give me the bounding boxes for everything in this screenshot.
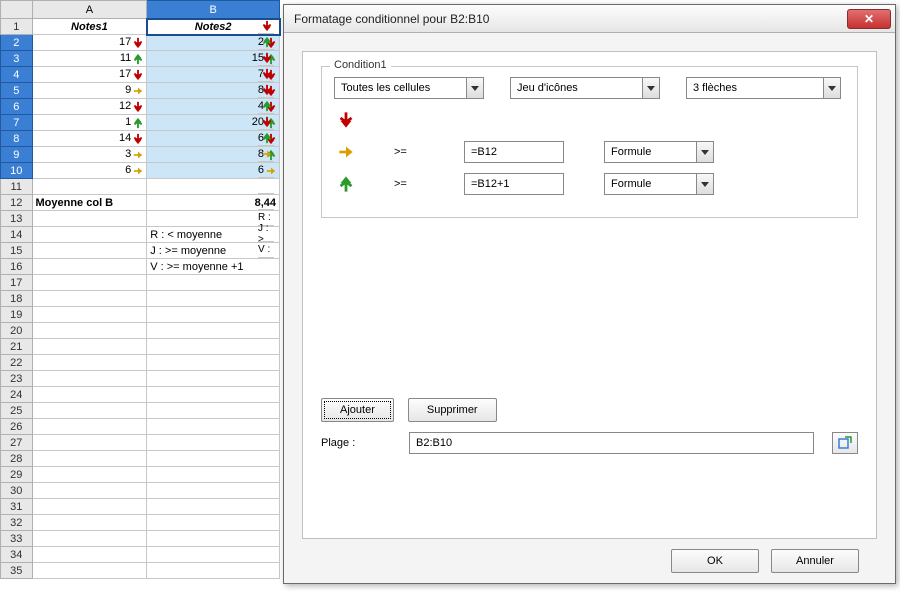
- threshold-input-2[interactable]: [464, 173, 564, 195]
- shrink-button[interactable]: [832, 432, 858, 454]
- combo-scope[interactable]: Toutes les cellules: [334, 77, 484, 99]
- row-header[interactable]: 10: [1, 163, 33, 179]
- row-header[interactable]: 34: [1, 547, 33, 563]
- cell-a1[interactable]: Notes1: [32, 19, 147, 35]
- add-button[interactable]: Ajouter: [321, 398, 394, 422]
- row-header[interactable]: 21: [1, 339, 33, 355]
- conditional-format-dialog: Formatage conditionnel pour B2:B10 ✕ Con…: [283, 4, 896, 584]
- arrow-down-icon: [133, 133, 143, 145]
- chevron-down-icon[interactable]: [696, 142, 713, 162]
- close-button[interactable]: ✕: [847, 9, 891, 29]
- cell[interactable]: 12: [32, 99, 147, 115]
- row-header[interactable]: 6: [1, 99, 33, 115]
- row-header[interactable]: 22: [1, 355, 33, 371]
- arrow-down-icon: [262, 68, 272, 80]
- arrow-down-icon: [133, 37, 143, 49]
- row-header[interactable]: 29: [1, 467, 33, 483]
- condition-group: Condition1 Toutes les cellules Jeu d'icô…: [321, 66, 858, 218]
- row-header[interactable]: 7: [1, 115, 33, 131]
- arrow-up-icon: [262, 100, 272, 112]
- cell[interactable]: 17: [32, 67, 147, 83]
- row-header[interactable]: 30: [1, 483, 33, 499]
- chevron-down-icon[interactable]: [823, 78, 840, 98]
- row-header[interactable]: 19: [1, 307, 33, 323]
- arrow-down-icon: [262, 52, 272, 64]
- arrow-up-icon: [338, 175, 354, 193]
- operator-label: >=: [394, 146, 424, 158]
- row-header[interactable]: 2: [1, 35, 33, 51]
- ok-button[interactable]: OK: [671, 549, 759, 573]
- arrow-down-icon: [338, 111, 354, 129]
- combo-type-1[interactable]: Formule: [604, 141, 714, 163]
- row-header[interactable]: 26: [1, 419, 33, 435]
- arrow-right-icon: [133, 85, 143, 97]
- row-header[interactable]: 28: [1, 451, 33, 467]
- range-picker-icon: [838, 436, 852, 450]
- condition-legend: Condition1: [330, 59, 391, 71]
- col-header-a[interactable]: A: [32, 1, 147, 19]
- arrow-down-icon: [262, 20, 272, 32]
- operator-label: >=: [394, 178, 424, 190]
- chevron-down-icon[interactable]: [696, 174, 713, 194]
- row-header[interactable]: 31: [1, 499, 33, 515]
- cell[interactable]: 17: [32, 35, 147, 51]
- arrow-right-icon: [133, 165, 143, 177]
- arrow-down-icon: [262, 84, 272, 96]
- cell[interactable]: 3: [32, 147, 147, 163]
- row-header[interactable]: 27: [1, 435, 33, 451]
- row-header[interactable]: 1: [1, 19, 33, 35]
- row-header[interactable]: 18: [1, 291, 33, 307]
- row-header[interactable]: 25: [1, 403, 33, 419]
- arrow-right-icon: [338, 143, 354, 161]
- row-header[interactable]: 3: [1, 51, 33, 67]
- chevron-down-icon[interactable]: [642, 78, 659, 98]
- cancel-button[interactable]: Annuler: [771, 549, 859, 573]
- cell[interactable]: 9: [32, 83, 147, 99]
- row-header[interactable]: 5: [1, 83, 33, 99]
- row-header[interactable]: 11: [1, 179, 33, 195]
- row-header[interactable]: 8: [1, 131, 33, 147]
- cell-legend-v[interactable]: V : >= moyenne +1: [147, 259, 280, 275]
- combo-type-2[interactable]: Formule: [604, 173, 714, 195]
- arrow-up-icon: [133, 117, 143, 129]
- delete-button[interactable]: Supprimer: [408, 398, 497, 422]
- arrow-down-icon: [133, 69, 143, 81]
- arrow-down-icon: [262, 116, 272, 128]
- arrow-up-icon: [262, 132, 272, 144]
- arrow-right-icon: [133, 149, 143, 161]
- dialog-titlebar[interactable]: Formatage conditionnel pour B2:B10 ✕: [284, 5, 895, 33]
- combo-style[interactable]: Jeu d'icônes: [510, 77, 660, 99]
- extra-icon-column: R :J : >V :: [258, 18, 274, 258]
- row-header[interactable]: 35: [1, 563, 33, 579]
- cell[interactable]: 11: [32, 51, 147, 67]
- row-header[interactable]: 32: [1, 515, 33, 531]
- col-header-b[interactable]: B: [147, 1, 280, 19]
- cell[interactable]: 6: [32, 163, 147, 179]
- cell[interactable]: 1: [32, 115, 147, 131]
- row-header[interactable]: 23: [1, 371, 33, 387]
- arrow-up-icon: [262, 36, 272, 48]
- range-label: Plage :: [321, 437, 391, 449]
- row-header[interactable]: 9: [1, 147, 33, 163]
- row-header[interactable]: 17: [1, 275, 33, 291]
- arrow-up-icon: [133, 53, 143, 65]
- range-input[interactable]: [409, 432, 814, 454]
- row-header[interactable]: 33: [1, 531, 33, 547]
- row-header[interactable]: 20: [1, 323, 33, 339]
- corner-cell[interactable]: [1, 1, 33, 19]
- row-header[interactable]: 12: [1, 195, 33, 211]
- spreadsheet[interactable]: A B 1 Notes1 Notes2 2 17 23 11 154 17 75…: [0, 0, 280, 579]
- cell-avg-label[interactable]: Moyenne col B: [32, 195, 147, 211]
- row-header[interactable]: 24: [1, 387, 33, 403]
- combo-iconset[interactable]: 3 flèches: [686, 77, 841, 99]
- cell[interactable]: 14: [32, 131, 147, 147]
- chevron-down-icon[interactable]: [466, 78, 483, 98]
- arrow-right-icon: [262, 148, 272, 160]
- threshold-input-1[interactable]: [464, 141, 564, 163]
- row-header[interactable]: 4: [1, 67, 33, 83]
- dialog-title: Formatage conditionnel pour B2:B10: [294, 12, 489, 26]
- arrow-down-icon: [133, 101, 143, 113]
